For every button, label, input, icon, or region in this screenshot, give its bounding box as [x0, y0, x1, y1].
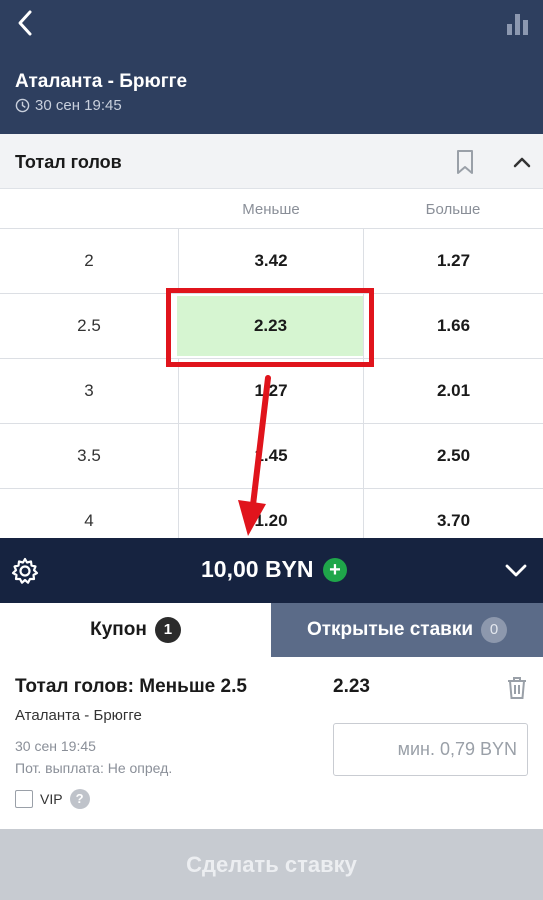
gear-icon — [11, 557, 39, 584]
coupon-item: Тотал голов: Меньше 2.5 2.23 Аталанта - … — [0, 657, 543, 829]
tab-open-bets[interactable]: Открытые ставки 0 — [271, 603, 543, 657]
vip-label: VIP — [40, 791, 63, 807]
stake-amount[interactable]: 10,00 BYN — [201, 556, 314, 583]
match-time-text: 30 сен 19:45 — [35, 97, 122, 114]
total-line: 3 — [84, 381, 94, 400]
bookmark-icon — [457, 150, 473, 174]
odds-under-button[interactable]: 1.20 — [178, 489, 363, 538]
coupon-count-badge: 1 — [154, 617, 181, 643]
increase-stake-button[interactable]: + — [323, 558, 347, 582]
match-time: 30 сен 19:45 — [15, 97, 122, 114]
stake-input[interactable] — [333, 723, 528, 776]
total-line: 2 — [84, 251, 94, 270]
bet-selection-title: Тотал голов: Меньше 2.5 — [15, 676, 247, 697]
statistics-button[interactable] — [504, 10, 532, 38]
bookmark-button[interactable] — [453, 148, 477, 176]
odds-row: 2 3.42 1.27 — [0, 228, 543, 293]
vip-checkbox[interactable] — [15, 790, 33, 808]
match-header: Аталанта - Брюгге 30 сен 19:45 — [0, 0, 543, 134]
odds-row: 3 1.27 2.01 — [0, 358, 543, 423]
chevron-up-icon — [513, 157, 531, 168]
odds-row: 4 1.20 3.70 — [0, 488, 543, 538]
remove-bet-button[interactable] — [505, 675, 529, 701]
chevron-down-icon — [505, 564, 527, 577]
bet-match-name: Аталанта - Брюгге — [15, 707, 142, 724]
column-under-header: Меньше — [242, 201, 300, 218]
total-line: 2.5 — [77, 316, 101, 335]
odds-over-button[interactable]: 3.70 — [363, 489, 543, 538]
settings-button[interactable] — [10, 556, 40, 586]
collapse-betslip-button[interactable] — [502, 558, 530, 582]
bar-chart-icon — [507, 14, 528, 35]
back-arrow-icon — [18, 10, 32, 36]
odds-row: 3.5 1.45 2.50 — [0, 423, 543, 488]
open-bets-count-badge: 0 — [481, 617, 508, 643]
help-icon[interactable]: ? — [69, 789, 90, 809]
clock-icon — [15, 98, 30, 113]
potential-payout: Пот. выплата: Не опред. — [15, 760, 173, 776]
betslip-tabs: Купон 1 Открытые ставки 0 — [0, 603, 543, 657]
bet-match-time: 30 сен 19:45 — [15, 738, 96, 754]
odds-under-button-selected[interactable]: 2.23 — [177, 296, 364, 356]
bet-odds: 2.23 — [333, 676, 370, 697]
odds-under-button[interactable]: 1.45 — [178, 424, 363, 488]
market-title: Тотал голов — [15, 152, 122, 172]
trash-icon — [508, 677, 526, 699]
market-header[interactable]: Тотал голов — [0, 134, 543, 189]
vip-option: VIP ? — [15, 789, 90, 809]
odds-column-headers: Меньше Больше — [0, 190, 543, 228]
tab-coupon-label: Купон — [90, 619, 147, 640]
tab-coupon[interactable]: Купон 1 — [0, 603, 271, 657]
total-line: 4 — [84, 511, 94, 530]
back-button[interactable] — [8, 6, 44, 42]
total-line: 3.5 — [77, 446, 101, 465]
odds-row: 2.5 2.23 1.66 — [0, 293, 543, 358]
odds-under-button[interactable]: 1.27 — [178, 359, 363, 423]
odds-over-button[interactable]: 1.27 — [363, 229, 543, 293]
odds-table: 2 3.42 1.27 2.5 2.23 1.66 3 1.27 2.01 3.… — [0, 228, 543, 538]
odds-over-button[interactable]: 2.50 — [363, 424, 543, 488]
place-bet-button[interactable]: Сделать ставку — [0, 829, 543, 900]
odds-under-button[interactable]: 3.42 — [178, 229, 363, 293]
odds-over-button[interactable]: 1.66 — [363, 294, 543, 358]
odds-over-button[interactable]: 2.01 — [363, 359, 543, 423]
column-over-header: Больше — [425, 201, 481, 218]
collapse-market-button[interactable] — [508, 150, 536, 174]
tab-open-bets-label: Открытые ставки — [306, 619, 474, 640]
match-title: Аталанта - Брюгге — [15, 71, 188, 92]
bet-slip-bar: 10,00 BYN + — [0, 538, 543, 603]
